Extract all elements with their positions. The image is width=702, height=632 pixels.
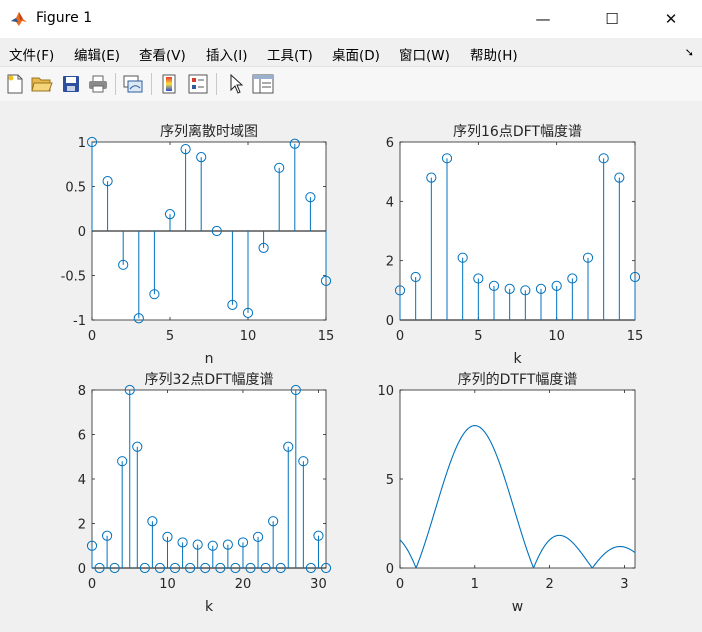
- x-tick-label: 2: [545, 577, 553, 592]
- axes-time-domain[interactable]: 序列离散时域图 n 0 5 10 15 -1 -0.5 0 0.5 1: [61, 123, 335, 367]
- x-tick-label: 0: [88, 329, 96, 344]
- y-tick-label: 0: [78, 562, 86, 577]
- y-tick-label: 5: [386, 473, 394, 488]
- maximize-button[interactable]: ☐: [589, 0, 635, 38]
- y-tick-label: 0: [386, 314, 394, 329]
- y-tick-label: 0: [78, 225, 86, 240]
- y-tick-label: 4: [386, 195, 394, 210]
- x-axis-label: w: [512, 599, 523, 615]
- x-tick-label: 10: [159, 577, 176, 592]
- edit-plot-icon[interactable]: [224, 72, 248, 96]
- close-icon: ✕: [664, 10, 678, 28]
- link-plot-icon[interactable]: [121, 72, 145, 96]
- close-button[interactable]: ✕: [648, 0, 694, 38]
- y-tick-label: -0.5: [61, 270, 86, 285]
- minimize-button[interactable]: —: [520, 0, 566, 38]
- menu-view[interactable]: 查看(V): [139, 44, 186, 64]
- x-tick-label: 10: [548, 329, 565, 344]
- menu-help[interactable]: 帮助(H): [470, 44, 518, 64]
- x-tick-label: 0: [396, 329, 404, 344]
- menu-desktop[interactable]: 桌面(D): [332, 44, 380, 64]
- x-tick-label: 5: [166, 329, 174, 344]
- y-tick-label: 6: [386, 136, 394, 151]
- figure-plot-svg: 序列离散时域图 n 0 5 10 15-1-0.500.51 序列16点DFT幅度谱 …: [61, 123, 644, 615]
- x-axis-label: k: [205, 599, 214, 615]
- menu-edit[interactable]: 编辑(E): [74, 44, 120, 64]
- minimize-icon: —: [535, 10, 551, 28]
- insert-colorbar-icon[interactable]: [157, 72, 181, 96]
- menu-insert[interactable]: 插入(I): [206, 44, 248, 64]
- y-tick-label: 10: [377, 384, 394, 399]
- y-tick-label: 2: [78, 518, 86, 533]
- open-file-icon[interactable]: [30, 72, 54, 96]
- x-tick-label: 15: [318, 329, 335, 344]
- axes-dtft[interactable]: 序列的DTFT幅度谱 w 0 1 2 3 0 5 10: [377, 372, 636, 615]
- axes-title: 序列离散时域图: [160, 123, 258, 140]
- y-tick-label: -1: [73, 314, 86, 329]
- y-tick-label: 6: [78, 429, 86, 444]
- x-axis-label: n: [205, 351, 214, 367]
- toolbar: [0, 66, 702, 102]
- new-figure-icon[interactable]: [3, 72, 27, 96]
- menu-window[interactable]: 窗口(W): [399, 44, 450, 64]
- title-bar: Figure 1 — ☐ ✕: [0, 0, 702, 38]
- toolbar-separator: [115, 73, 116, 95]
- insert-legend-icon[interactable]: [186, 72, 210, 96]
- dock-arrow-icon[interactable]: ➘: [685, 46, 694, 59]
- y-tick-label: 1: [78, 136, 86, 151]
- axes-title: 序列的DTFT幅度谱: [458, 372, 578, 388]
- window-title: Figure 1: [36, 10, 93, 26]
- axes-box: [91, 389, 327, 569]
- x-tick-label: 30: [310, 577, 327, 592]
- x-tick-label: 5: [474, 329, 482, 344]
- x-tick-label: 20: [235, 577, 252, 592]
- save-icon[interactable]: [59, 72, 83, 96]
- menu-file[interactable]: 文件(F): [9, 44, 54, 64]
- x-tick-label: 10: [240, 329, 257, 344]
- x-axis-label: k: [513, 351, 522, 367]
- x-tick-label: 1: [471, 577, 479, 592]
- x-tick-label: 3: [620, 577, 628, 592]
- property-inspector-icon[interactable]: [251, 72, 275, 96]
- x-tick-label: 15: [627, 329, 644, 344]
- menu-bar: 文件(F) 编辑(E) 查看(V) 插入(I) 工具(T) 桌面(D) 窗口(W…: [0, 38, 702, 66]
- y-tick-label: 8: [78, 384, 86, 399]
- axes-box: [399, 389, 636, 569]
- menu-tools[interactable]: 工具(T): [267, 44, 313, 64]
- y-tick-label: 0: [386, 562, 394, 577]
- x-tick-label: 0: [396, 577, 404, 592]
- y-tick-label: 0.5: [65, 181, 86, 196]
- x-tick-label: 0: [88, 577, 96, 592]
- axes-dft16[interactable]: 序列16点DFT幅度谱 k 0 5 10 15 0 2 4 6: [386, 124, 644, 367]
- toolbar-separator: [151, 73, 152, 95]
- print-icon[interactable]: [86, 72, 110, 96]
- y-tick-label: 2: [386, 255, 394, 270]
- axes-dft32[interactable]: 序列32点DFT幅度谱 k 0 10 20 30 0 2 4 6 8: [78, 372, 332, 615]
- figure-canvas: 序列离散时域图 n 0 5 10 15 -1 -0.5 0 0.5 1 序列16点DFT幅度谱 …: [0, 101, 702, 628]
- maximize-icon: ☐: [605, 10, 619, 28]
- axes-title: 序列32点DFT幅度谱: [145, 372, 274, 388]
- y-tick-label: 4: [78, 473, 86, 488]
- matlab-logo-icon: [11, 12, 27, 26]
- toolbar-separator: [216, 73, 217, 95]
- axes-title: 序列16点DFT幅度谱: [453, 124, 582, 140]
- axes-box: [399, 141, 636, 321]
